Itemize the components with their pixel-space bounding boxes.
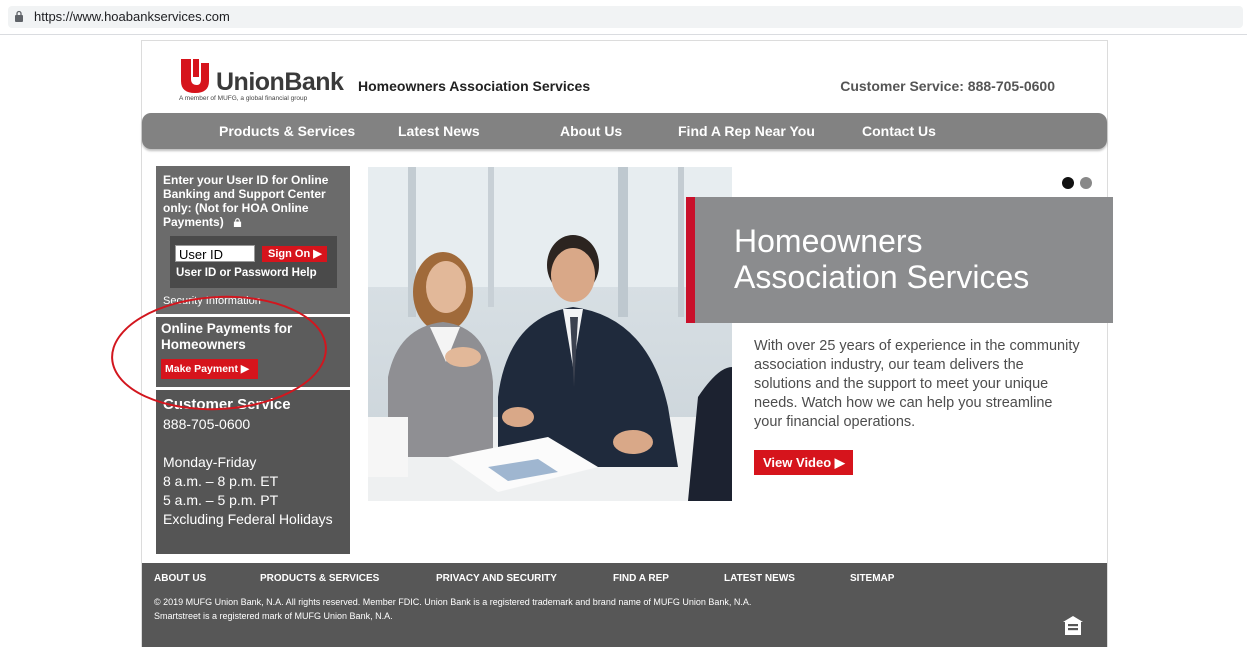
nav-latest-news[interactable]: Latest News	[398, 123, 480, 139]
hours-line: Excluding Federal Holidays	[163, 511, 333, 527]
user-id-input[interactable]: User ID	[175, 245, 255, 262]
hero-description: With over 25 years of experience in the …	[754, 338, 1080, 430]
login-intro-wrap: Enter your User ID for Online Banking an…	[163, 173, 338, 229]
hours-line: 5 a.m. – 5 p.m. PT	[163, 492, 279, 508]
nav-products-services[interactable]: Products & Services	[219, 123, 355, 139]
hero-photo	[368, 167, 732, 501]
url-text[interactable]: https://www.hoabankservices.com	[34, 9, 230, 24]
customer-service-panel: Customer Service 888-705-0600 Monday-Fri…	[156, 390, 350, 554]
footer-link-privacy-security[interactable]: PRIVACY AND SECURITY	[436, 573, 557, 584]
logo-tagline: A member of MUFG, a global financial gro…	[179, 95, 308, 102]
sign-on-box: User ID Sign On ▶ User ID or Password He…	[170, 236, 337, 288]
logo-name: UnionBank	[216, 68, 344, 96]
customer-service-phone: 888-705-0600	[163, 416, 251, 432]
hero-title: Homeowners Association Services	[734, 223, 1029, 295]
slide-dot-active[interactable]	[1062, 177, 1074, 189]
hero-title-line1: Homeowners	[734, 223, 923, 259]
footer-link-products-services[interactable]: PRODUCTS & SERVICES	[260, 573, 379, 584]
slide-dot[interactable]	[1080, 177, 1092, 189]
password-help-link[interactable]: User ID or Password Help	[176, 267, 317, 279]
address-divider	[0, 34, 1247, 35]
main-nav: Products & Services Latest News About Us…	[142, 113, 1107, 149]
footer-copyright: © 2019 MUFG Union Bank, N.A. All rights …	[154, 595, 904, 623]
copyright-text: © 2019 MUFG Union Bank, N.A. All rights …	[154, 597, 752, 607]
login-intro: Enter your User ID for Online Banking an…	[163, 173, 329, 229]
hero-banner: Homeowners Association Services	[686, 197, 1113, 323]
footer-link-latest-news[interactable]: LATEST NEWS	[724, 573, 795, 584]
lock-icon	[233, 218, 242, 228]
login-panel: Enter your User ID for Online Banking an…	[156, 166, 350, 314]
header-customer-service: Customer Service: 888-705-0600	[840, 78, 1055, 94]
nav-find-rep[interactable]: Find A Rep Near You	[678, 123, 815, 139]
sign-on-button[interactable]: Sign On ▶	[262, 246, 327, 262]
hero-title-line2: Association Services	[734, 259, 1030, 295]
view-video-button[interactable]: View Video ▶	[754, 450, 853, 475]
smartstreet-text: Smartstreet is a registered mark of MUFG…	[154, 611, 393, 621]
footer-link-sitemap[interactable]: SITEMAP	[850, 573, 894, 584]
hours-line: 8 a.m. – 8 p.m. ET	[163, 473, 279, 489]
site-title: Homeowners Association Services	[358, 78, 591, 94]
unionbank-logo[interactable]: UnionBank A member of MUFG, a global fin…	[179, 59, 349, 107]
browser-address-bar: https://www.hoabankservices.com	[0, 0, 1247, 35]
footer-link-find-rep[interactable]: FIND A REP	[613, 573, 669, 584]
business-meeting-image	[368, 167, 732, 501]
footer-link-about-us[interactable]: ABOUT US	[154, 573, 206, 584]
nav-contact-us[interactable]: Contact Us	[862, 123, 936, 139]
hours-line: Monday-Friday	[163, 454, 257, 470]
lock-icon	[15, 10, 23, 22]
equal-housing-lender-icon	[1063, 616, 1083, 635]
nav-about-us[interactable]: About Us	[560, 123, 622, 139]
unionbank-logo-icon	[181, 59, 209, 93]
footer: ABOUT US PRODUCTS & SERVICES PRIVACY AND…	[142, 563, 1107, 647]
